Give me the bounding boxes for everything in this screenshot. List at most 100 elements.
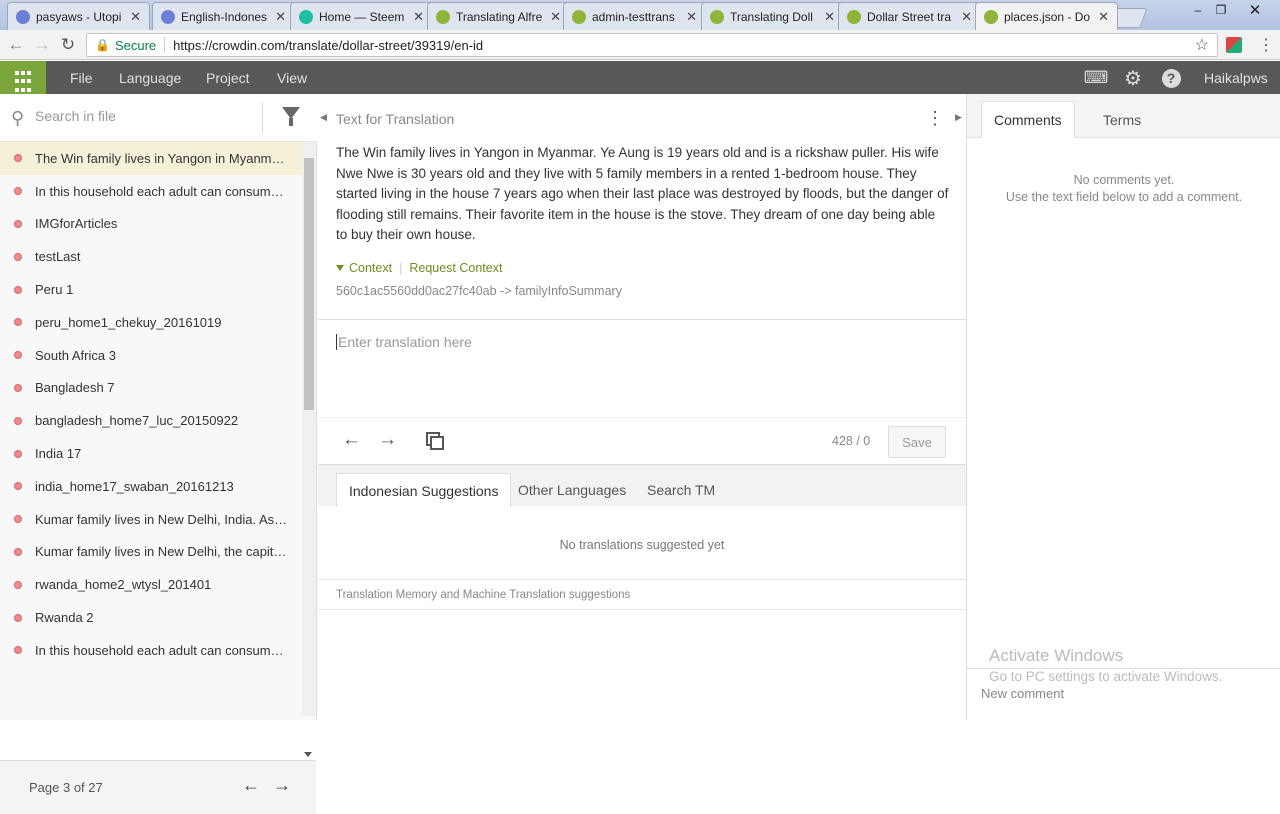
editor-toolbar: ← → 428 / 0 Save: [318, 417, 966, 464]
menu-view[interactable]: View: [277, 61, 307, 94]
close-tab-icon[interactable]: ✕: [275, 9, 286, 25]
character-counter: 428 / 0: [832, 434, 871, 448]
reload-icon[interactable]: ↻: [58, 35, 78, 55]
suggestion-tabs: Indonesian Suggestions Other Languages S…: [318, 464, 966, 507]
untranslated-status-icon: [14, 580, 22, 589]
browser-tab[interactable]: English-Indones ✕: [152, 2, 295, 30]
list-item-label: india_home17_swaban_20161213: [35, 478, 234, 494]
url-text[interactable]: https://crowdin.com/translate/dollar-str…: [173, 38, 483, 53]
list-item[interactable]: peru_home1_chekuy_20161019: [0, 306, 302, 339]
close-tab-icon[interactable]: ✕: [686, 9, 697, 25]
browser-tab[interactable]: admin-testtrans ✕: [563, 2, 706, 30]
close-tab-icon[interactable]: ✕: [1098, 9, 1109, 25]
username[interactable]: Haikalpws: [1204, 61, 1268, 94]
list-item[interactable]: The Win family lives in Yangon in Myanma…: [0, 142, 302, 175]
list-item[interactable]: IMGforArticles: [0, 208, 302, 241]
list-item-label: Kumar family lives in New Delhi, India. …: [35, 511, 289, 527]
browser-tab[interactable]: pasyaws - Utopi ✕: [7, 2, 150, 30]
collapse-right-icon[interactable]: ▶: [955, 112, 962, 123]
menu-project[interactable]: Project: [206, 61, 250, 94]
crowdin-icon: [436, 9, 450, 24]
browser-tab-title: pasyaws - Utopi: [36, 9, 122, 24]
list-item-label: In this household each adult can consume…: [35, 183, 289, 199]
omnibox[interactable]: 🔒 Secure https://crowdin.com/translate/d…: [86, 33, 1218, 57]
apps-grid-icon[interactable]: [0, 61, 46, 94]
bookmark-star-icon[interactable]: ☆: [1195, 35, 1209, 55]
browser-menu-icon[interactable]: ⋮: [1258, 35, 1274, 55]
right-tabs: Comments Terms: [967, 94, 1280, 138]
list-item[interactable]: rwanda_home2_wtysl_201401: [0, 568, 302, 601]
menu-language[interactable]: Language: [119, 61, 181, 94]
browser-tab[interactable]: places.json - Do ✕: [975, 2, 1118, 30]
prev-page-icon[interactable]: ←: [242, 775, 260, 796]
browser-tab[interactable]: Translating Alfre ✕: [427, 2, 570, 30]
close-tab-icon[interactable]: ✕: [550, 9, 561, 25]
search-row: ⚲ Search in file: [0, 94, 317, 142]
list-item-label: The Win family lives in Yangon in Myanma…: [35, 150, 289, 166]
close-window-icon[interactable]: ✕: [1240, 0, 1270, 20]
collapse-left-icon[interactable]: ◀: [320, 112, 327, 123]
menu-file[interactable]: File: [70, 61, 93, 94]
list-item[interactable]: Kumar family lives in New Delhi, the cap…: [0, 536, 302, 569]
restore-icon[interactable]: ❐: [1206, 0, 1236, 20]
crowdin-icon: [847, 9, 861, 24]
help-icon[interactable]: ?: [1161, 68, 1181, 88]
search-input[interactable]: Search in file: [35, 108, 245, 128]
context-divider: |: [399, 261, 403, 275]
browser-tab[interactable]: Translating Doll ✕: [701, 2, 844, 30]
close-tab-icon[interactable]: ✕: [961, 9, 972, 25]
list-item[interactable]: bangladesh_home7_luc_20150922: [0, 404, 302, 437]
list-item-label: IMGforArticles: [35, 216, 118, 232]
list-item[interactable]: In this household each adult can consume…: [0, 175, 302, 208]
list-item-label: Kumar family lives in New Delhi, the cap…: [35, 544, 289, 560]
keyboard-icon[interactable]: ⌨: [1084, 68, 1109, 88]
close-tab-icon[interactable]: ✕: [130, 9, 141, 25]
steem-icon: [299, 9, 313, 24]
scrollbar-thumb[interactable]: [304, 158, 314, 410]
list-item[interactable]: Kumar family lives in New Delhi, India. …: [0, 503, 302, 536]
tm-note: Translation Memory and Machine Translati…: [318, 579, 966, 610]
string-key: 560c1ac5560dd0ac27fc40ab -> familyInfoSu…: [336, 284, 622, 298]
close-tab-icon[interactable]: ✕: [824, 9, 835, 25]
tab-comments[interactable]: Comments: [981, 101, 1075, 138]
browser-tab-strip: pasyaws - Utopi ✕ English-Indones ✕ Home — S…: [0, 0, 1280, 30]
gear-icon[interactable]: ⚙: [1123, 68, 1143, 90]
browser-tab-title: places.json - Do: [1004, 9, 1091, 24]
back-icon[interactable]: ←: [6, 35, 26, 55]
list-item-label: peru_home1_chekuy_20161019: [35, 314, 222, 330]
filter-icon-stem: [289, 118, 293, 126]
list-item[interactable]: india_home17_swaban_20161213: [0, 470, 302, 503]
close-tab-icon[interactable]: ✕: [413, 9, 424, 25]
scroll-down-icon[interactable]: [304, 752, 312, 757]
more-options-icon[interactable]: ⋮: [926, 108, 944, 129]
tab-terms[interactable]: Terms: [1091, 101, 1153, 138]
next-string-icon[interactable]: →: [378, 429, 397, 451]
context-row: Context | Request Context: [336, 261, 502, 275]
list-item[interactable]: testLast: [0, 240, 302, 273]
expand-triangle-icon: [336, 265, 344, 271]
browser-tab[interactable]: Dollar Street tra ✕: [838, 2, 981, 30]
translation-input[interactable]: Enter translation here: [318, 319, 966, 417]
list-item[interactable]: Rwanda 2: [0, 601, 302, 634]
list-item[interactable]: In this household each adult can consume…: [0, 634, 302, 667]
extension-icon[interactable]: [1226, 37, 1242, 53]
browser-tab[interactable]: Home — Steem ✕: [290, 2, 433, 30]
tab-other-languages[interactable]: Other Languages: [506, 473, 638, 507]
list-item[interactable]: Bangladesh 7: [0, 372, 302, 405]
request-context-link[interactable]: Request Context: [409, 261, 502, 275]
list-item[interactable]: Peru 1: [0, 273, 302, 306]
tab-indonesian-suggestions[interactable]: Indonesian Suggestions: [336, 473, 512, 507]
context-link[interactable]: Context: [349, 261, 392, 275]
crowdin-icon: [984, 9, 998, 24]
untranslated-status-icon: [14, 482, 22, 491]
list-item[interactable]: South Africa 3: [0, 339, 302, 372]
next-page-icon[interactable]: →: [273, 775, 291, 796]
previous-string-icon[interactable]: ←: [342, 429, 361, 451]
browser-tab-title: Translating Doll: [730, 9, 813, 24]
forward-icon[interactable]: →: [32, 35, 52, 55]
crowdin-icon: [710, 9, 724, 24]
tab-search-tm[interactable]: Search TM: [635, 473, 727, 507]
list-item-label: South Africa 3: [35, 347, 116, 363]
save-button[interactable]: Save: [888, 426, 946, 458]
list-item[interactable]: India 17: [0, 437, 302, 470]
